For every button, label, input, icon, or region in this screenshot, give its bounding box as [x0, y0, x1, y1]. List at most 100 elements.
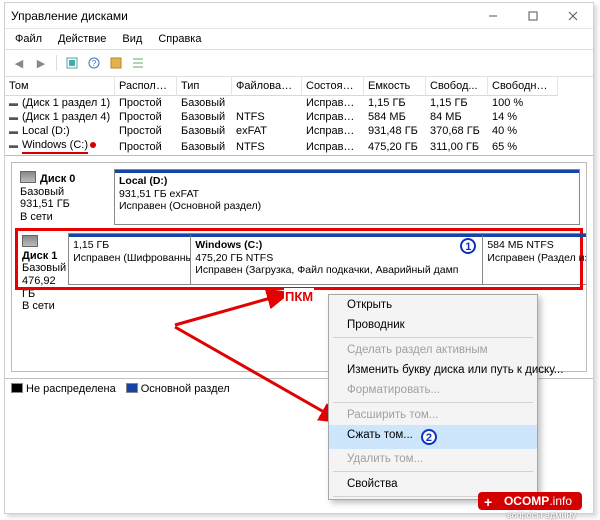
volume-free: 311,00 ГБ: [426, 140, 488, 154]
volume-fs: [232, 102, 302, 104]
watermark: OCOMP.info вопросы админу: [478, 492, 582, 510]
menu-separator: [333, 471, 533, 472]
volumes-table: Том Располож... Тип Файловая с... Состоя…: [5, 77, 593, 156]
volume-type: Базовый: [177, 96, 232, 110]
close-button[interactable]: [553, 3, 593, 29]
context-menu-item: Форматировать...: [329, 380, 537, 400]
partitions: Local (D:) 931,51 ГБ exFAT Исправен (Осн…: [114, 169, 580, 225]
partition-name: Local (D:): [119, 175, 575, 188]
volume-status: Исправен...: [302, 140, 364, 154]
partition-status: Исправен (Основной раздел): [119, 200, 575, 213]
context-menu-item[interactable]: Свойства: [329, 474, 537, 494]
col-tom[interactable]: Том: [5, 77, 115, 96]
svg-text:?: ?: [92, 59, 97, 68]
col-free[interactable]: Свобод...: [426, 77, 488, 96]
context-menu-item: Сделать раздел активным: [329, 340, 537, 360]
help-toolbar-icon[interactable]: ?: [84, 53, 104, 73]
volume-row[interactable]: Windows (C:) Простой Базовый NTFS Исправ…: [5, 138, 593, 155]
forward-icon[interactable]: ▶: [31, 53, 51, 73]
context-menu-item: Удалить том...: [329, 449, 537, 469]
volume-pct: 14 %: [488, 110, 558, 124]
legend-unalloc: Не распределена: [11, 383, 116, 395]
menubar: Файл Действие Вид Справка: [5, 29, 593, 50]
back-icon[interactable]: ◀: [9, 53, 29, 73]
volume-status: Исправен...: [302, 110, 364, 124]
volume-capacity: 584 МБ: [364, 110, 426, 124]
context-menu-item[interactable]: Изменить букву диска или путь к диску...: [329, 360, 537, 380]
context-menu-item[interactable]: Проводник: [329, 315, 537, 335]
col-capacity[interactable]: Емкость: [364, 77, 426, 96]
volume-row[interactable]: Local (D:) Простой Базовый exFAT Исправе…: [5, 124, 593, 138]
maximize-button[interactable]: [513, 3, 553, 29]
volume-capacity: 1,15 ГБ: [364, 96, 426, 110]
partition[interactable]: 1,15 ГБ Исправен (Шифрованный: [69, 234, 191, 284]
volume-name: (Диск 1 раздел 1): [5, 96, 115, 110]
volume-status: Исправен...: [302, 124, 364, 138]
context-menu: ОткрытьПроводник Сделать раздел активнымИ…: [328, 294, 538, 500]
menu-action[interactable]: Действие: [52, 31, 112, 47]
volume-status: Исправен...: [302, 96, 364, 110]
volume-fs: exFAT: [232, 124, 302, 138]
annotation-pkm: ПКМ: [284, 288, 314, 305]
partition-size: 475,20 ГБ NTFS: [195, 252, 478, 265]
menu-view[interactable]: Вид: [116, 31, 148, 47]
toolbar: ◀ ▶ ?: [5, 50, 593, 77]
context-menu-item[interactable]: Сжать том...2: [329, 425, 537, 449]
refresh-icon[interactable]: [62, 53, 82, 73]
volume-row[interactable]: (Диск 1 раздел 4) Простой Базовый NTFS И…: [5, 110, 593, 124]
volume-type: Базовый: [177, 110, 232, 124]
volume-name: Local (D:): [5, 124, 115, 138]
volume-free: 370,68 ГБ: [426, 124, 488, 138]
partition[interactable]: Local (D:) 931,51 ГБ exFAT Исправен (Осн…: [115, 170, 579, 224]
col-layout[interactable]: Располож...: [115, 77, 177, 96]
col-pct[interactable]: Свободно %: [488, 77, 558, 96]
partition-status: Исправен (Раздел изгот: [487, 252, 587, 265]
volumes-header: Том Располож... Тип Файловая с... Состоя…: [5, 77, 593, 96]
menu-file[interactable]: Файл: [9, 31, 48, 47]
properties-toolbar-icon[interactable]: [106, 53, 126, 73]
menu-help[interactable]: Справка: [152, 31, 207, 47]
volume-layout: Простой: [115, 140, 177, 154]
window-title: Управление дисками: [11, 9, 473, 23]
volume-fs: NTFS: [232, 140, 302, 154]
disk-row: Диск 0 Базовый 931,51 ГБ В сети Local (D…: [18, 169, 580, 225]
volume-type: Базовый: [177, 140, 232, 154]
disk-info: Диск 1 Базовый 476,92 ГБ В сети: [20, 233, 68, 285]
partitions: 1,15 ГБ Исправен (Шифрованный 1 Windows …: [68, 233, 587, 285]
volume-layout: Простой: [115, 124, 177, 138]
volume-capacity: 931,48 ГБ: [364, 124, 426, 138]
volume-fs: NTFS: [232, 110, 302, 124]
disk-row: Диск 1 Базовый 476,92 ГБ В сети 1,15 ГБ …: [18, 231, 580, 287]
volume-free: 1,15 ГБ: [426, 96, 488, 110]
list-icon[interactable]: [128, 53, 148, 73]
partition[interactable]: 1 Windows (C:) 475,20 ГБ NTFS Исправен (…: [191, 234, 483, 284]
volume-layout: Простой: [115, 110, 177, 124]
partition-size: 1,15 ГБ: [73, 239, 186, 252]
volume-pct: 40 %: [488, 124, 558, 138]
volume-row[interactable]: (Диск 1 раздел 1) Простой Базовый Исправ…: [5, 96, 593, 110]
volume-layout: Простой: [115, 96, 177, 110]
volume-type: Базовый: [177, 124, 232, 138]
volume-name: (Диск 1 раздел 4): [5, 110, 115, 124]
menu-separator: [333, 402, 533, 403]
partition-status: Исправен (Шифрованный: [73, 252, 186, 265]
col-type[interactable]: Тип: [177, 77, 232, 96]
menu-separator: [333, 337, 533, 338]
context-menu-item: Расширить том...: [329, 405, 537, 425]
titlebar: Управление дисками: [5, 3, 593, 29]
volume-pct: 100 %: [488, 96, 558, 110]
disk-name: Диск 0: [20, 171, 112, 186]
disk-name: Диск 1: [22, 235, 66, 262]
partition-size: 931,51 ГБ exFAT: [119, 188, 575, 201]
col-status[interactable]: Состояние: [302, 77, 364, 96]
context-menu-item[interactable]: Открыть: [329, 295, 537, 315]
toolbar-divider: [56, 55, 57, 71]
volume-pct: 65 %: [488, 140, 558, 154]
minimize-button[interactable]: [473, 3, 513, 29]
partition-status: Исправен (Загрузка, Файл подкачки, Авари…: [195, 264, 478, 277]
volume-name: Windows (C:): [5, 138, 115, 155]
volume-free: 84 МБ: [426, 110, 488, 124]
partition[interactable]: 584 МБ NTFS Исправен (Раздел изгот: [483, 234, 587, 284]
partition-size: 584 МБ NTFS: [487, 239, 587, 252]
col-fs[interactable]: Файловая с...: [232, 77, 302, 96]
